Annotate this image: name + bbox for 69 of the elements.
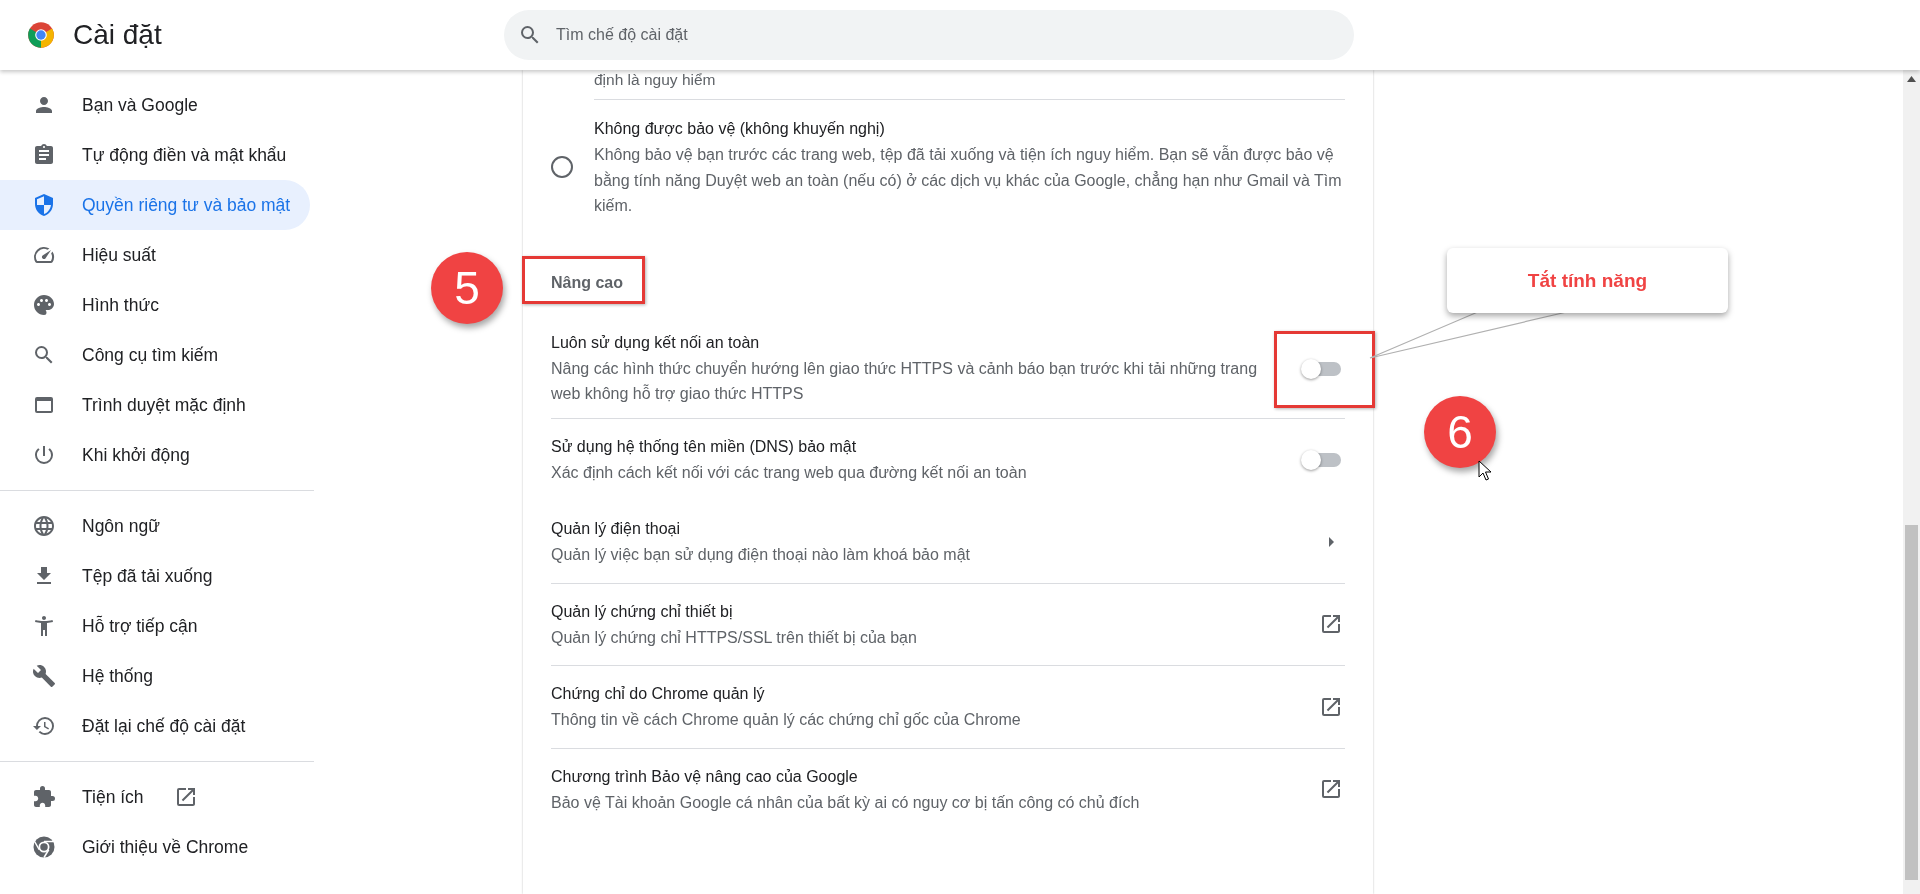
sidebar-label: Ngôn ngữ — [82, 515, 160, 537]
toggle-switch[interactable] — [1301, 358, 1341, 378]
sidebar-item[interactable]: Trình duyệt mặc định — [0, 380, 310, 430]
option-title: Không được bảo vệ (không khuyến nghị) — [594, 119, 886, 139]
callout-label: Tắt tính năng — [1447, 248, 1728, 313]
sidebar-label: Khi khởi động — [82, 444, 190, 466]
cursor-icon — [1478, 460, 1492, 482]
wrench-icon — [32, 664, 56, 688]
sidebar-item[interactable]: Quyền riêng tư và bảo mật — [0, 180, 310, 230]
sidebar-label: Giới thiệu về Chrome — [82, 836, 249, 858]
step-badge: 5 — [431, 252, 503, 324]
scrollbar[interactable] — [1903, 70, 1920, 894]
step-badge: 6 — [1424, 396, 1496, 468]
sidebar-item[interactable]: Ngôn ngữ — [0, 501, 310, 551]
scroll-up-icon[interactable] — [1907, 76, 1916, 82]
setting-title: Chương trình Bảo vệ nâng cao của Google — [551, 766, 859, 787]
setting-description: Xác định cách kết nối với các trang web qua đường kết nối an toàn — [551, 462, 1028, 483]
browser-logo-icon — [32, 835, 56, 859]
search-field[interactable]: Tìm chế độ cài đặt — [504, 10, 1354, 60]
sidebar-label: Hệ thống — [82, 665, 154, 687]
setting-title: Luôn sử dụng kết nối an toàn — [551, 332, 761, 353]
setting-description: Bảo vệ Tài khoản Google cá nhân của bất kỳ ai có nguy cơ bị tấn công có chủ đích — [551, 792, 1141, 813]
sidebar-item[interactable]: Hỗ trợ tiếp cận — [0, 601, 310, 651]
sidebar-item[interactable]: Bạn và Google — [0, 80, 310, 130]
sidebar-item[interactable]: Đặt lại chế độ cài đặt — [0, 701, 310, 751]
puzzle-icon — [32, 785, 56, 809]
setting-description: Quản lý chứng chỉ HTTPS/SSL trên thiết bị của bạn — [551, 627, 918, 648]
sidebar-label: Hỗ trợ tiếp cận — [82, 615, 198, 637]
sidebar-label: Tệp đã tải xuống — [82, 565, 213, 587]
setting-description: Nâng các hình thức chuyển hướng lên giao thức HTTPS và cảnh báo bạn trước khi tải những trang web không hỗ trợ giao thức HTTPS — [551, 358, 1259, 404]
palette-icon — [32, 293, 56, 317]
sidebar-item[interactable]: Tệp đã tải xuống — [0, 551, 310, 601]
toggle-switch[interactable] — [1301, 449, 1341, 470]
setting-title: Chứng chỉ do Chrome quản lý — [551, 684, 766, 704]
section-heading: Nâng cao — [551, 272, 623, 293]
browser-logo-icon — [27, 21, 55, 49]
radio-button[interactable] — [551, 156, 573, 179]
globe-icon — [32, 514, 56, 538]
history-icon — [32, 714, 56, 738]
sidebar-item[interactable]: Giới thiệu về Chrome — [0, 822, 310, 872]
page-title: Cài đặt — [73, 19, 163, 51]
sidebar-label: Đặt lại chế độ cài đặt — [82, 715, 246, 737]
sidebar-item[interactable]: Tiện ích — [0, 772, 310, 822]
shield-icon — [32, 193, 56, 217]
option-description: định là nguy hiểm — [593, 70, 717, 90]
power-icon — [32, 443, 56, 467]
setting-title: Quản lý điện thoại — [551, 519, 681, 539]
sidebar-label: Tiện ích — [82, 786, 144, 808]
option-description: Không bảo vệ bạn trước các trang web, tệp đã tải xuống và tiện ích nguy hiểm. Bạn sẽ vẫn được bảo vệ bằng tính năng Duyệt web an toàn (nếu có) ở các dịch vụ khác của Google, chẳng hạn như Gmail và Tìm kiếm. — [594, 144, 1343, 216]
sidebar-item[interactable]: Hình thức — [0, 280, 310, 330]
setting-title: Sử dụng hệ thống tên miền (DNS) bảo mật — [551, 436, 858, 457]
sidebar-label: Quyền riêng tư và bảo mật — [82, 194, 291, 216]
sidebar-label: Tự động điền và mật khẩu — [82, 144, 287, 166]
sidebar-label: Hình thức — [82, 294, 159, 316]
sidebar-label: Trình duyệt mặc định — [82, 394, 246, 416]
scrollbar-thumb[interactable] — [1905, 525, 1918, 880]
sidebar-item[interactable]: Khi khởi động — [0, 430, 310, 480]
accessibility-icon — [32, 614, 56, 638]
setting-description: Quản lý việc bạn sử dụng điện thoại nào làm khoá bảo mật — [551, 545, 971, 565]
setting-title: Quản lý chứng chỉ thiết bị — [551, 601, 734, 622]
sidebar-label: Bạn và Google — [82, 94, 198, 116]
sidebar-item[interactable]: Công cụ tìm kiếm — [0, 330, 310, 380]
sidebar-label: Công cụ tìm kiếm — [82, 344, 219, 366]
sidebar-label: Hiệu suất — [82, 244, 156, 266]
sidebar-item[interactable]: Hệ thống — [0, 651, 310, 701]
sidebar-item[interactable]: Hiệu suất — [0, 230, 310, 280]
clipboard-icon — [32, 143, 56, 167]
setting-description: Thông tin về cách Chrome quản lý các chứng chỉ gốc của Chrome — [551, 710, 1022, 730]
sidebar-item[interactable]: Tự động điền và mật khẩu — [0, 130, 310, 180]
